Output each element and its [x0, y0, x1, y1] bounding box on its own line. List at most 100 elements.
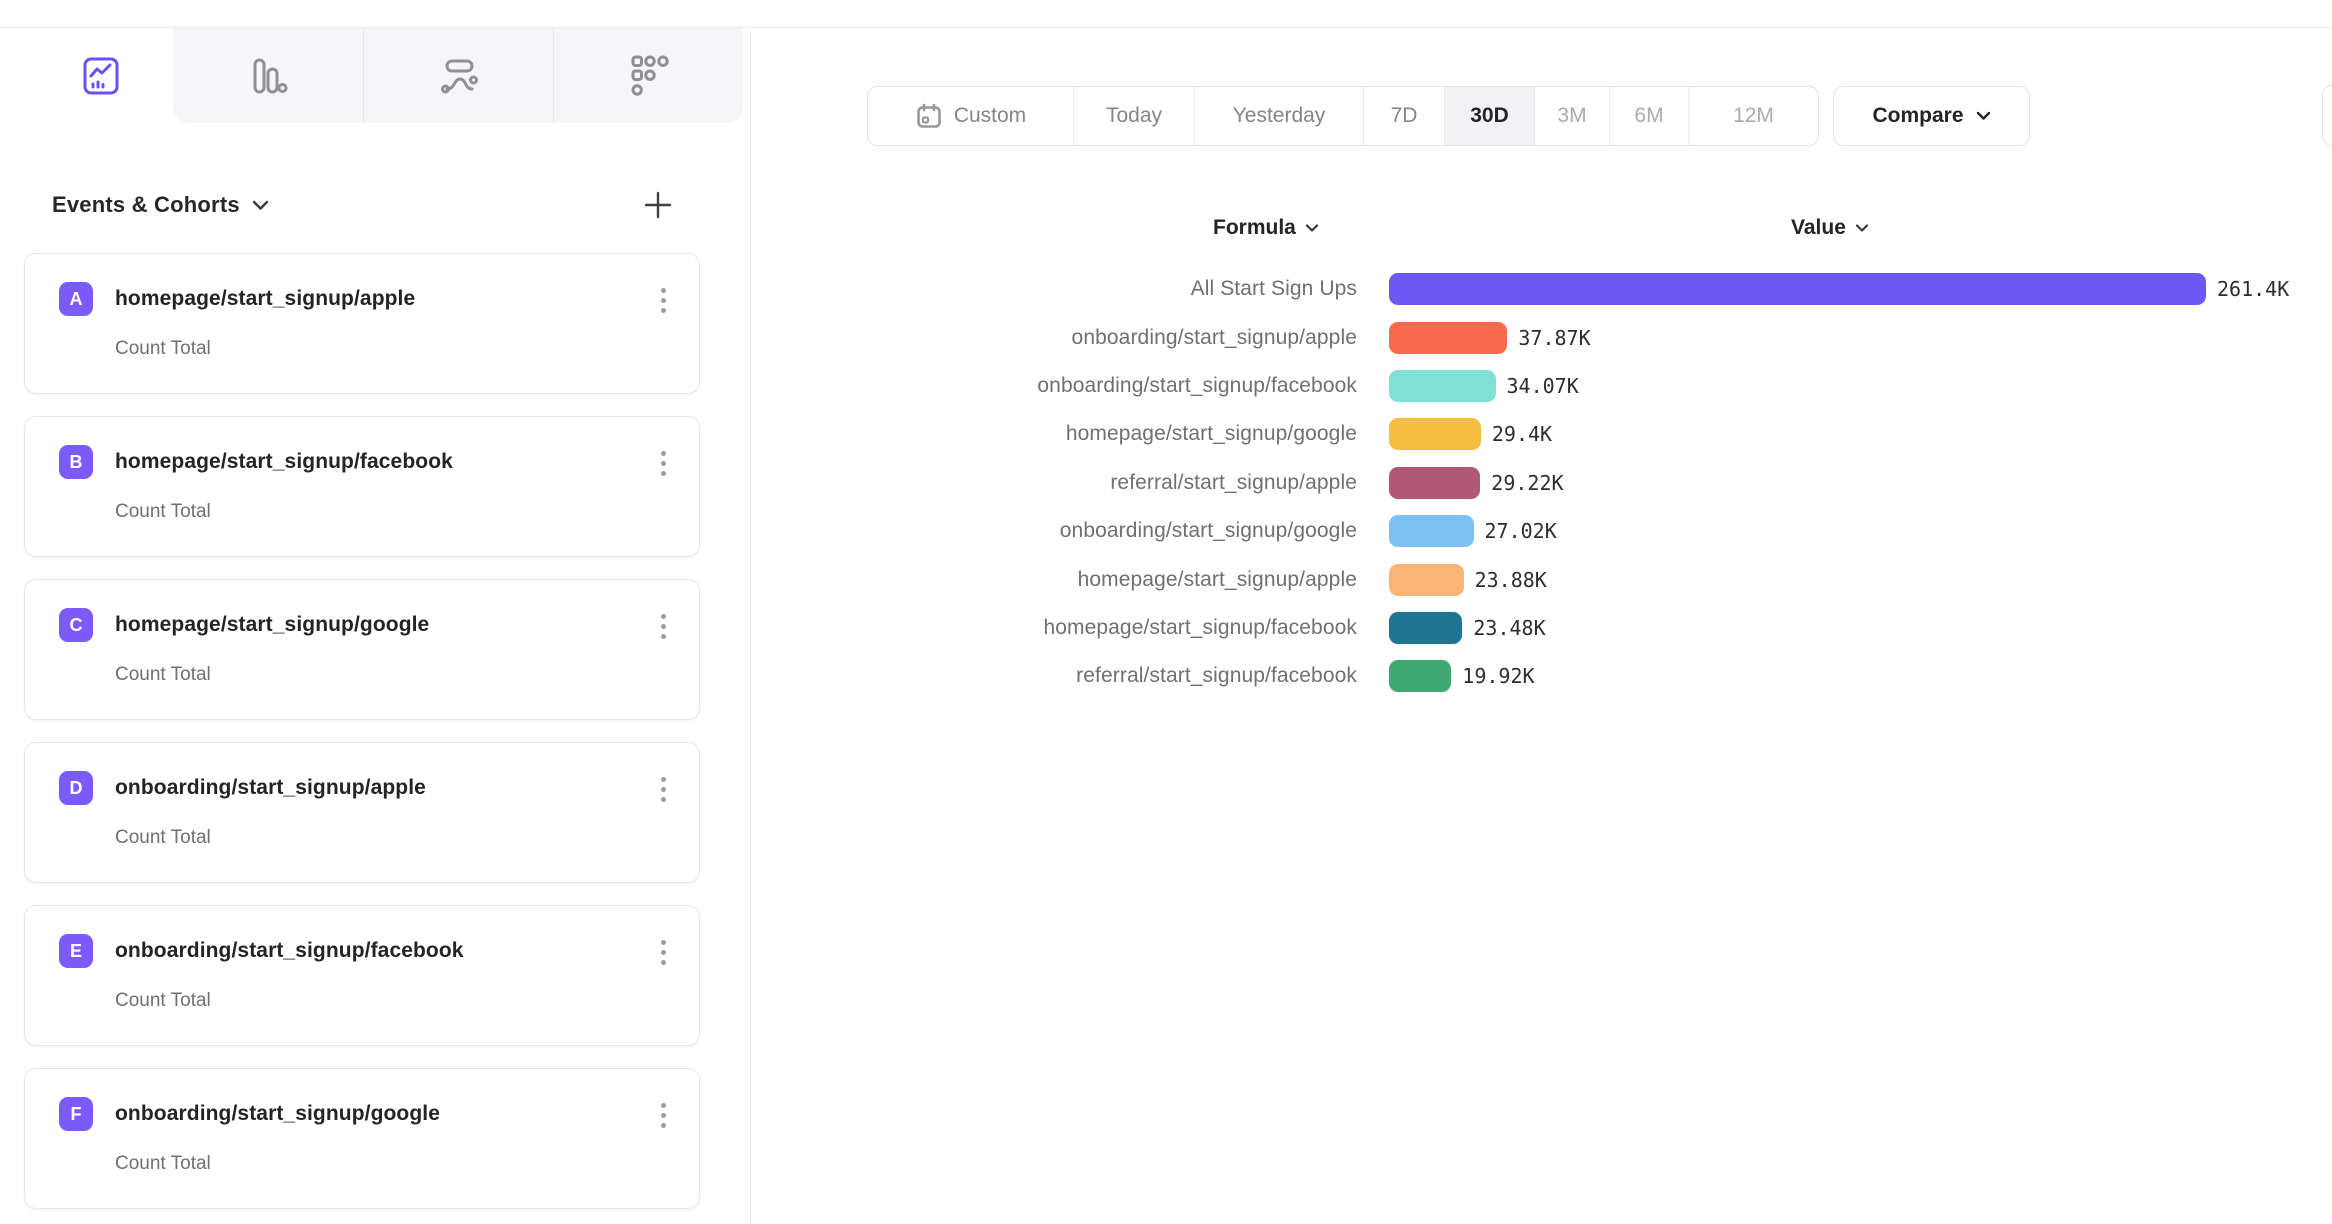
date-range-label: Custom — [954, 104, 1026, 128]
event-letter-badge: F — [59, 1097, 93, 1131]
event-metric[interactable]: Count Total — [115, 664, 665, 686]
insights-line-chart-icon — [82, 56, 122, 96]
date-range-label: 7D — [1391, 104, 1418, 128]
tab-flows[interactable] — [363, 28, 553, 123]
formula-header-label: Formula — [1213, 216, 1296, 240]
compare-button[interactable]: Compare — [1833, 86, 2030, 146]
chevron-down-icon — [1976, 111, 1991, 121]
inactive-tabs-group — [173, 28, 743, 123]
chart-value: 27.02K — [1485, 519, 1557, 543]
event-letter-badge: D — [59, 771, 93, 805]
flows-icon — [439, 56, 479, 96]
chart-value: 29.22K — [1491, 471, 1563, 495]
date-range-option[interactable]: Custom — [868, 87, 1073, 145]
event-metric[interactable]: Count Total — [115, 827, 665, 849]
chart-bar[interactable] — [1389, 612, 1462, 644]
event-letter-badge: E — [59, 934, 93, 968]
chart-value: 261.4K — [2217, 277, 2289, 301]
date-range-label: 30D — [1470, 104, 1509, 128]
compare-label: Compare — [1872, 104, 1963, 128]
value-column-header[interactable]: Value — [1791, 216, 1869, 240]
chart-bar[interactable] — [1389, 418, 1481, 450]
retention-grid-icon — [628, 54, 670, 98]
calendar-icon — [915, 102, 943, 130]
chart-bar[interactable] — [1389, 370, 1496, 402]
chart-value: 23.88K — [1475, 568, 1547, 592]
date-range-option[interactable]: Yesterday — [1194, 87, 1363, 145]
event-metric[interactable]: Count Total — [115, 1153, 665, 1175]
date-range-label: 12M — [1733, 104, 1774, 128]
event-card-list: A homepage/start_signup/apple Count Tota… — [24, 253, 700, 1224]
formula-column-header[interactable]: Formula — [1213, 216, 1319, 240]
event-metric[interactable]: Count Total — [115, 990, 665, 1012]
event-letter-badge: A — [59, 282, 93, 316]
chart-bar[interactable] — [1389, 322, 1507, 354]
chart-row-label: homepage/start_signup/facebook — [917, 616, 1357, 640]
date-range-option[interactable]: 12M — [1688, 87, 1818, 145]
date-range-label: 6M — [1634, 104, 1663, 128]
date-range-option[interactable]: 6M — [1609, 87, 1688, 145]
chart-row-label: All Start Sign Ups — [917, 277, 1357, 301]
events-cohorts-title: Events & Cohorts — [52, 192, 240, 218]
events-cohorts-header: Events & Cohorts — [52, 183, 700, 227]
chart-row: referral/start_signup/apple 29.22K — [917, 459, 2332, 507]
app-window: Events & Cohorts A homepage/start_signup… — [0, 0, 2332, 1224]
chart-value: 23.48K — [1473, 616, 1545, 640]
chart-value: 19.92K — [1462, 664, 1534, 688]
value-header-label: Value — [1791, 216, 1846, 240]
date-range-label: Today — [1106, 104, 1162, 128]
event-card[interactable]: A homepage/start_signup/apple Count Tota… — [24, 253, 700, 394]
event-name: homepage/start_signup/google — [115, 613, 429, 637]
kebab-menu-icon[interactable] — [651, 936, 675, 969]
sidebar-divider — [750, 28, 751, 1224]
plus-icon — [643, 190, 673, 220]
event-name: onboarding/start_signup/apple — [115, 776, 426, 800]
kebab-menu-icon[interactable] — [651, 447, 675, 480]
tab-insights-line[interactable] — [30, 28, 173, 123]
chart-bar[interactable] — [1389, 273, 2206, 305]
date-range-label: 3M — [1557, 104, 1586, 128]
chart-bar[interactable] — [1389, 515, 1474, 547]
event-metric[interactable]: Count Total — [115, 501, 665, 523]
event-card[interactable]: C homepage/start_signup/google Count Tot… — [24, 579, 700, 720]
event-letter-badge: B — [59, 445, 93, 479]
event-name: onboarding/start_signup/google — [115, 1102, 440, 1126]
event-name: homepage/start_signup/facebook — [115, 450, 453, 474]
chevron-down-icon — [1855, 224, 1869, 233]
event-card[interactable]: D onboarding/start_signup/apple Count To… — [24, 742, 700, 883]
chart-value: 29.4K — [1492, 422, 1552, 446]
chart-row-label: homepage/start_signup/apple — [917, 568, 1357, 592]
cutoff-edge-button[interactable] — [2322, 85, 2332, 146]
chart-row-label: referral/start_signup/apple — [917, 471, 1357, 495]
date-range-option[interactable]: Today — [1073, 87, 1194, 145]
event-name: homepage/start_signup/apple — [115, 287, 415, 311]
chart-row: homepage/start_signup/facebook 23.48K — [917, 604, 2332, 652]
date-range-option[interactable]: 7D — [1363, 87, 1444, 145]
chart-row: All Start Sign Ups 261.4K — [917, 265, 2332, 313]
event-card[interactable]: F onboarding/start_signup/google Count T… — [24, 1068, 700, 1209]
tab-retention[interactable] — [553, 28, 743, 123]
chart-bar[interactable] — [1389, 660, 1451, 692]
kebab-menu-icon[interactable] — [651, 610, 675, 643]
chart-row-label: homepage/start_signup/google — [917, 422, 1357, 446]
event-metric[interactable]: Count Total — [115, 338, 665, 360]
add-event-button[interactable] — [638, 185, 678, 225]
bar-chart-icon — [248, 56, 288, 96]
kebab-menu-icon[interactable] — [651, 773, 675, 806]
chevron-down-icon[interactable] — [252, 200, 269, 211]
chart-type-tabbar — [30, 28, 743, 123]
event-letter-badge: C — [59, 608, 93, 642]
date-range-option[interactable]: 30D — [1444, 87, 1534, 145]
chart-row: onboarding/start_signup/apple 37.87K — [917, 313, 2332, 361]
tab-bar-chart[interactable] — [173, 28, 363, 123]
kebab-menu-icon[interactable] — [651, 284, 675, 317]
event-name: onboarding/start_signup/facebook — [115, 939, 464, 963]
kebab-menu-icon[interactable] — [651, 1099, 675, 1132]
chart-row-label: onboarding/start_signup/apple — [917, 326, 1357, 350]
chart-bar[interactable] — [1389, 467, 1480, 499]
event-card[interactable]: E onboarding/start_signup/facebook Count… — [24, 905, 700, 1046]
date-range-option[interactable]: 3M — [1534, 87, 1609, 145]
event-card[interactable]: B homepage/start_signup/facebook Count T… — [24, 416, 700, 557]
chart-value: 34.07K — [1507, 374, 1579, 398]
chart-bar[interactable] — [1389, 564, 1464, 596]
